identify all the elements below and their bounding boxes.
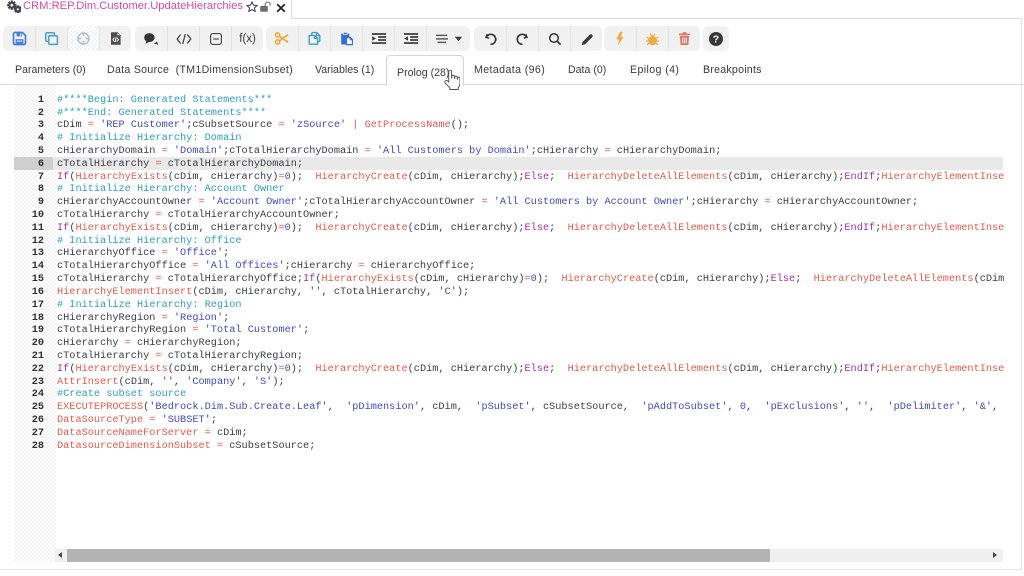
- svg-text:?: ?: [713, 33, 719, 45]
